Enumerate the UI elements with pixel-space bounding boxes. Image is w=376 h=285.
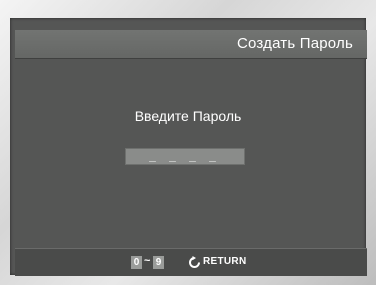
range-separator: ~ bbox=[144, 255, 151, 267]
return-icon[interactable] bbox=[188, 256, 201, 269]
password-prompt: Введите Пароль bbox=[134, 108, 242, 124]
return-button-label[interactable]: RETURN bbox=[203, 256, 246, 267]
page-title: Создать Пароль bbox=[236, 35, 353, 52]
digit-key-start: 0 bbox=[131, 256, 142, 269]
digit-key-end: 9 bbox=[153, 256, 164, 269]
password-input[interactable]: _ _ _ _ bbox=[125, 148, 245, 165]
footer-bar: 0 ~ 9 RETURN bbox=[15, 248, 367, 276]
title-bar: Создать Пароль bbox=[15, 30, 367, 59]
